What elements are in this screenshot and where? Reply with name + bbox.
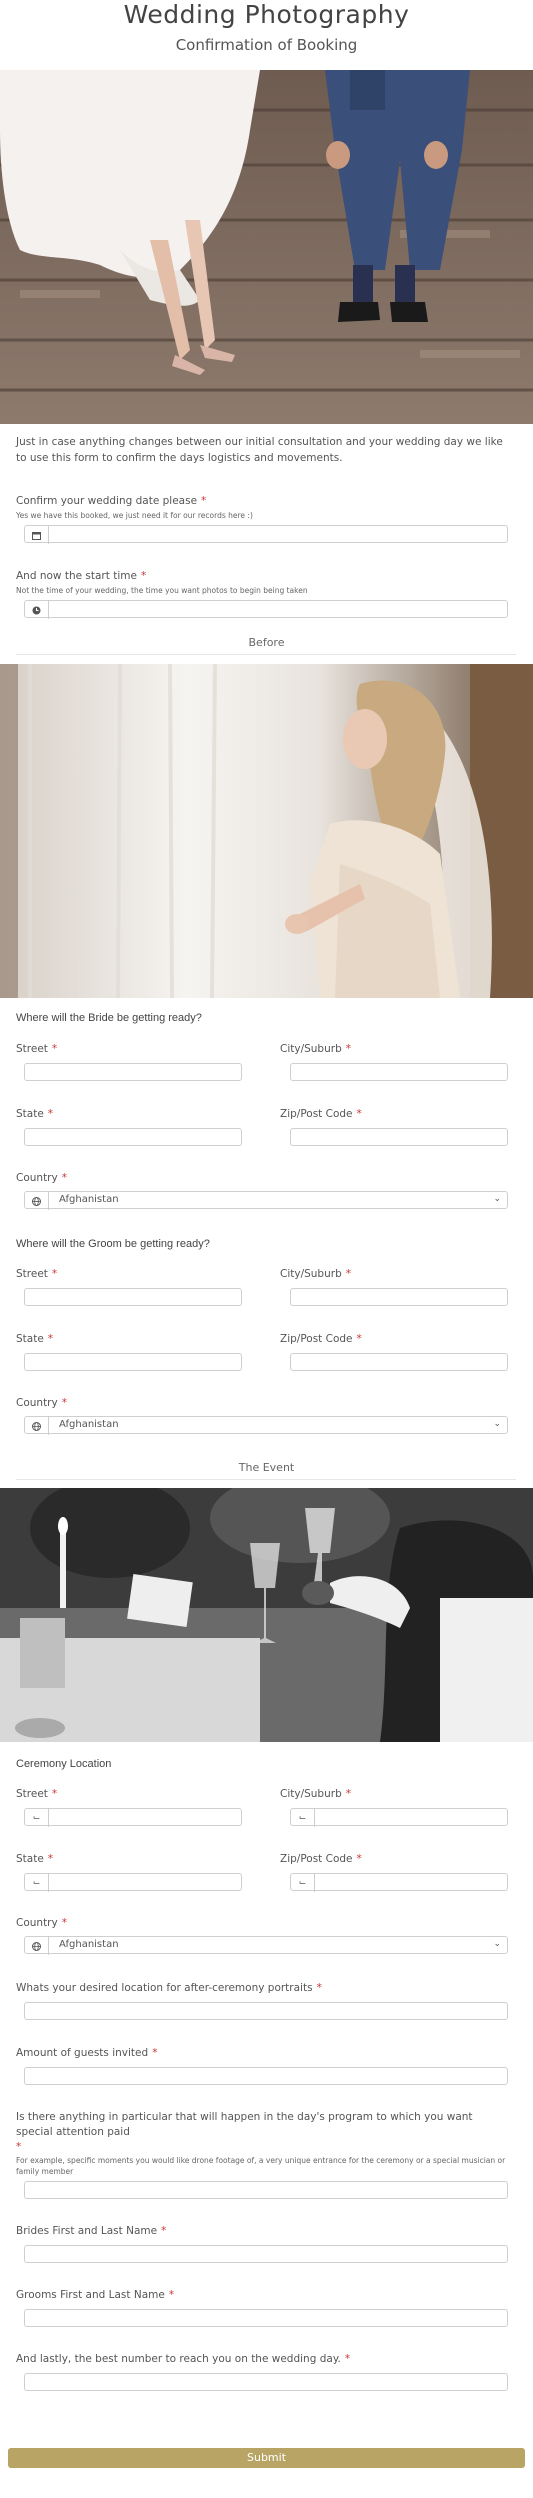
start-time-input[interactable]	[24, 600, 508, 619]
groom-country-label: Country *	[16, 1397, 67, 1409]
section-divider	[16, 1479, 516, 1480]
couple-photo	[0, 70, 533, 424]
bride-state-input[interactable]	[24, 1128, 242, 1146]
bride-zip-input[interactable]	[290, 1128, 508, 1146]
section-before-title: Before	[248, 636, 285, 649]
program-sublabel: For example, specific moments you would …	[16, 2156, 506, 2176]
globe-icon	[25, 1417, 49, 1435]
guests-input[interactable]	[24, 2067, 508, 2085]
ceremony-zip-label: Zip/Post Code *	[280, 1853, 362, 1865]
bride-zip-label: Zip/Post Code *	[280, 1108, 362, 1120]
ceremony-street-input[interactable]: ⌙	[24, 1808, 242, 1827]
groom-street-label: Street *	[16, 1268, 58, 1280]
wedding-date-label: Confirm your wedding date please *	[16, 495, 207, 507]
groom-location-heading: Where will the Groom be getting ready?	[16, 1238, 210, 1250]
bride-state-label: State *	[16, 1108, 54, 1120]
location-pin-icon: ⌙	[291, 1874, 315, 1892]
bride-city-input[interactable]	[290, 1063, 508, 1081]
reception-photo	[0, 1488, 533, 1742]
bride-country-select[interactable]: Afghanistan ⌄	[24, 1191, 508, 1210]
bride-location-heading: Where will the Bride be getting ready?	[16, 1012, 202, 1024]
ceremony-country-label: Country *	[16, 1917, 67, 1929]
start-time-sublabel: Not the time of your wedding, the time y…	[16, 586, 308, 595]
wedding-date-input[interactable]	[24, 525, 508, 544]
form-title: Wedding Photography	[123, 0, 410, 29]
intro-text: Just in case anything changes between ou…	[16, 436, 503, 464]
ceremony-zip-input[interactable]: ⌙	[290, 1873, 508, 1892]
bride-street-label: Street *	[16, 1043, 58, 1055]
bride-name-input[interactable]	[24, 2245, 508, 2263]
portraits-input[interactable]	[24, 2002, 508, 2020]
chevron-down-icon: ⌄	[493, 1194, 501, 1204]
section-divider	[16, 654, 516, 655]
globe-icon	[25, 1192, 49, 1210]
groom-country-select[interactable]: Afghanistan ⌄	[24, 1416, 508, 1435]
groom-zip-input[interactable]	[290, 1353, 508, 1371]
location-pin-icon: ⌙	[25, 1809, 49, 1827]
submit-button[interactable]: Submit	[8, 2448, 525, 2468]
bride-country-label: Country *	[16, 1172, 67, 1184]
form-subtitle: Confirmation of Booking	[175, 36, 358, 54]
portraits-label: Whats your desired location for after-ce…	[16, 1982, 322, 1994]
wedding-date-sublabel: Yes we have this booked, we just need it…	[16, 511, 253, 520]
bride-city-label: City/Suburb *	[280, 1043, 351, 1055]
ceremony-street-label: Street *	[16, 1788, 58, 1800]
groom-street-input[interactable]	[24, 1288, 242, 1306]
clock-icon[interactable]	[25, 601, 49, 619]
bride-name-label: Brides First and Last Name *	[16, 2225, 167, 2237]
ceremony-city-label: City/Suburb *	[280, 1788, 351, 1800]
ceremony-city-input[interactable]: ⌙	[290, 1808, 508, 1827]
groom-name-label: Grooms First and Last Name *	[16, 2289, 175, 2301]
program-input[interactable]	[24, 2181, 508, 2199]
bride-country-value: Afghanistan	[59, 1194, 119, 1205]
calendar-icon[interactable]	[25, 526, 49, 544]
groom-country-value: Afghanistan	[59, 1419, 119, 1430]
groom-city-input[interactable]	[290, 1288, 508, 1306]
program-label: Is there anything in particular that wil…	[16, 2111, 473, 2138]
groom-state-input[interactable]	[24, 1353, 242, 1371]
groom-name-input[interactable]	[24, 2309, 508, 2327]
phone-label: And lastly, the best number to reach you…	[16, 2353, 351, 2365]
ceremony-location-heading: Ceremony Location	[16, 1758, 112, 1770]
groom-state-label: State *	[16, 1333, 54, 1345]
ceremony-country-select[interactable]: Afghanistan ⌄	[24, 1936, 508, 1955]
section-event-title: The Event	[238, 1461, 295, 1474]
start-time-label: And now the start time *	[16, 570, 147, 582]
phone-input[interactable]	[24, 2373, 508, 2391]
groom-city-label: City/Suburb *	[280, 1268, 351, 1280]
chevron-down-icon: ⌄	[493, 1419, 501, 1429]
guests-label: Amount of guests invited *	[16, 2047, 158, 2059]
location-pin-icon: ⌙	[291, 1809, 315, 1827]
ceremony-state-label: State *	[16, 1853, 54, 1865]
globe-icon	[25, 1937, 49, 1955]
bride-photo	[0, 664, 533, 998]
ceremony-state-input[interactable]: ⌙	[24, 1873, 242, 1892]
ceremony-country-value: Afghanistan	[59, 1939, 119, 1950]
bride-street-input[interactable]	[24, 1063, 242, 1081]
groom-zip-label: Zip/Post Code *	[280, 1333, 362, 1345]
chevron-down-icon: ⌄	[493, 1939, 501, 1949]
program-required: *	[16, 2141, 22, 2153]
location-pin-icon: ⌙	[25, 1874, 49, 1892]
